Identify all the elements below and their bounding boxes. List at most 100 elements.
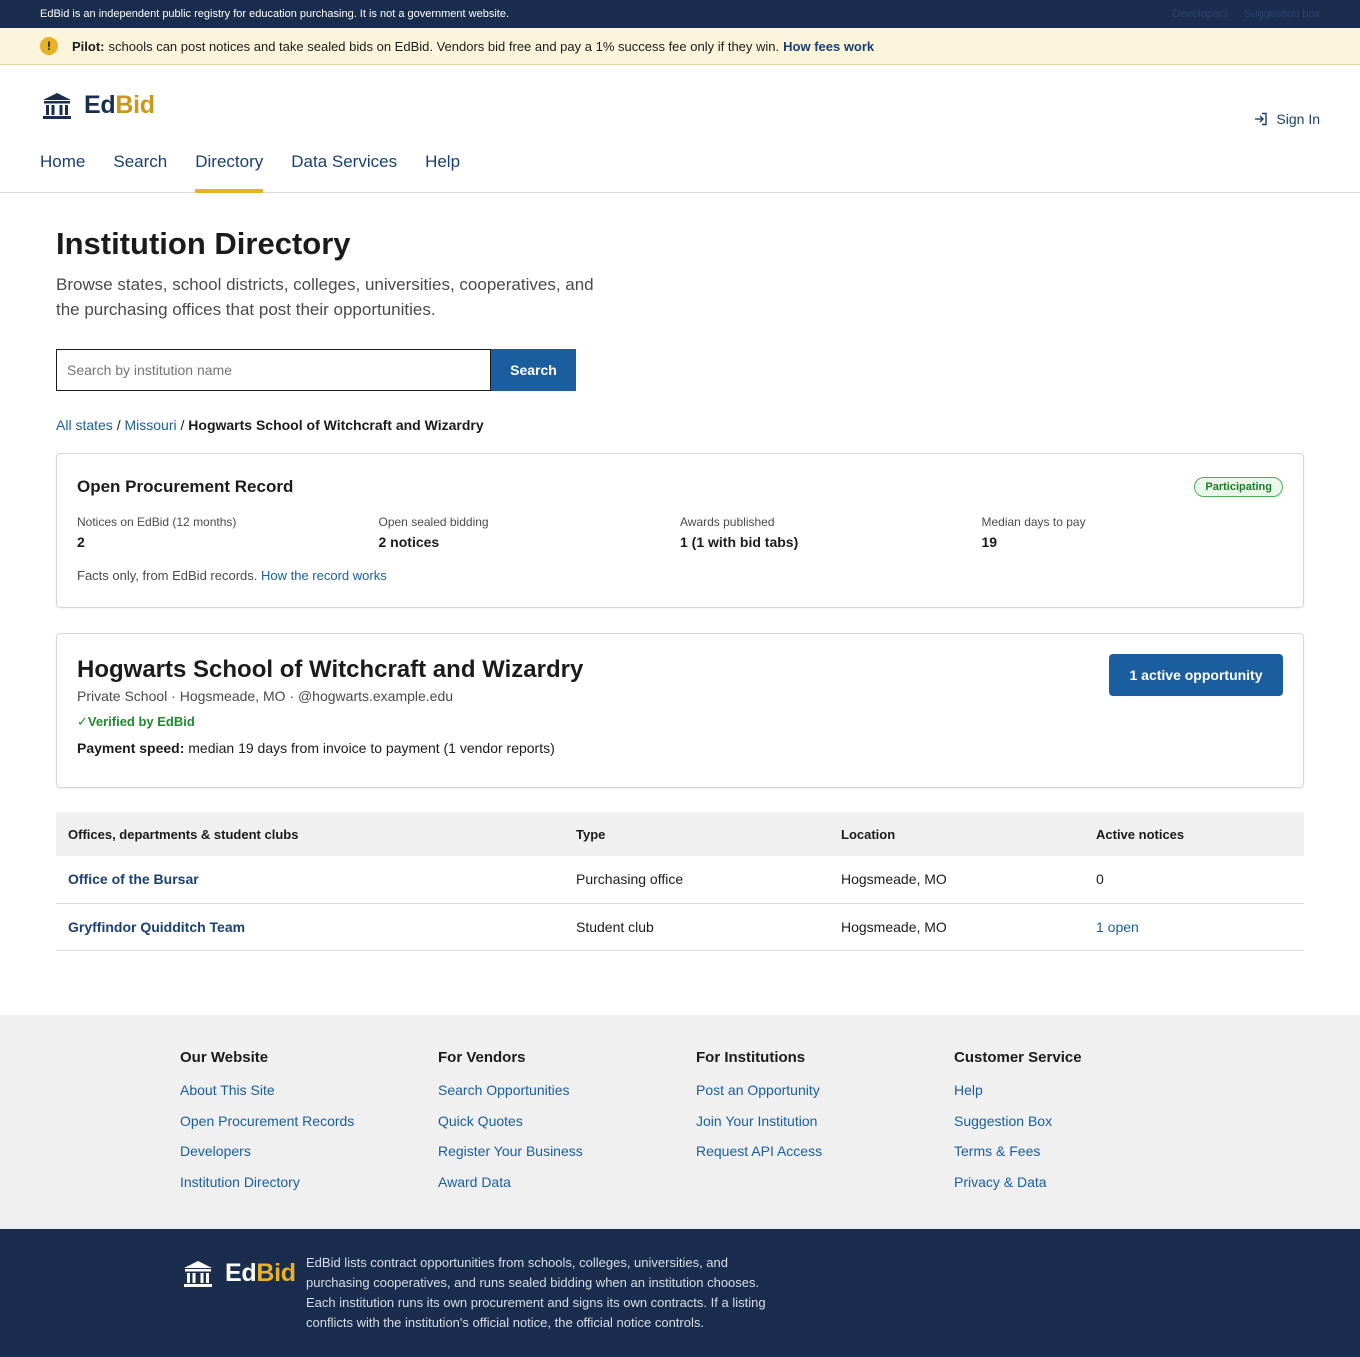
footer-links: Our Website About This Site Open Procure… <box>0 1015 1360 1229</box>
column-header-office: Offices, departments & student clubs <box>56 812 564 856</box>
pilot-text: schools can post notices and take sealed… <box>108 38 780 54</box>
pilot-label: Pilot: <box>72 38 105 54</box>
table-row: Office of the Bursar Purchasing office H… <box>56 856 1304 904</box>
stat-label: Median days to pay <box>981 515 1086 529</box>
offices-table: Offices, departments & student clubs Typ… <box>56 812 1304 951</box>
logo-wordmark: EdBid <box>84 91 155 119</box>
nav-help[interactable]: Help <box>425 151 460 193</box>
footer-logo-wordmark: EdBid <box>225 1259 296 1287</box>
footer-link-suggestion-box[interactable]: Suggestion Box <box>954 1113 1194 1144</box>
footer-column-for-vendors: For Vendors Search Opportunities Quick Q… <box>438 1049 678 1204</box>
stat-value: 2 <box>77 534 85 550</box>
footer-link-help[interactable]: Help <box>954 1082 1194 1113</box>
footer-link-register-business[interactable]: Register Your Business <box>438 1143 678 1174</box>
institution-building-icon <box>43 92 71 119</box>
office-name-link[interactable]: Gryffindor Quidditch Team <box>56 903 564 951</box>
site-header: EdBid Sign In Home Search Directory Data… <box>0 65 1360 193</box>
stat-label: Awards published <box>680 515 775 529</box>
record-note-text: Facts only, from EdBid records. <box>77 568 258 583</box>
footer-link-quick-quotes[interactable]: Quick Quotes <box>438 1113 678 1144</box>
footer-column-title: For Institutions <box>696 1049 806 1066</box>
breadcrumb-all-states[interactable]: All states <box>56 417 113 433</box>
top-links: Developers Suggestion box <box>1173 8 1320 20</box>
participating-badge: Participating <box>1194 477 1283 497</box>
institution-building-icon <box>184 1260 212 1287</box>
payment-speed-text: median 19 days from invoice to payment (… <box>188 740 555 756</box>
breadcrumb-current: Hogwarts School of Witchcraft and Wizard… <box>188 417 484 433</box>
office-type: Student club <box>564 903 829 951</box>
footer-description: EdBid lists contract opportunities from … <box>306 1255 766 1330</box>
stat-notices: Notices on EdBid (12 months) 2 <box>77 515 379 550</box>
page-description: Browse states, school districts, college… <box>56 275 594 319</box>
exclamation-icon: ! <box>40 37 58 55</box>
footer-column-for-institutions: For Institutions Post an Opportunity Joi… <box>696 1049 936 1174</box>
footer-bottom: EdBid EdBid lists contract opportunities… <box>0 1229 1360 1357</box>
stat-value: 1 (1 with bid tabs) <box>680 534 799 550</box>
suggestion-box-link[interactable]: Suggestion box <box>1244 8 1320 20</box>
footer-link-procurement-records[interactable]: Open Procurement Records <box>180 1113 420 1144</box>
sign-in-link[interactable]: Sign In <box>1254 111 1320 127</box>
column-header-active-notices: Active notices <box>1084 812 1304 856</box>
institution-search-input[interactable] <box>56 349 491 391</box>
stat-label: Open sealed bidding <box>378 515 489 529</box>
footer-link-developers[interactable]: Developers <box>180 1143 420 1174</box>
breadcrumb-missouri[interactable]: Missouri <box>124 417 176 433</box>
sign-in-label: Sign In <box>1276 111 1320 127</box>
nav-directory[interactable]: Directory <box>195 151 264 193</box>
footer-column-title: Customer Service <box>954 1049 1082 1066</box>
footer-link-about[interactable]: About This Site <box>180 1082 420 1113</box>
column-header-type: Type <box>564 812 829 856</box>
breadcrumb-separator: / <box>116 417 121 433</box>
column-header-location: Location <box>829 812 1084 856</box>
site-logo[interactable]: EdBid <box>42 91 155 120</box>
how-record-works-link[interactable]: How the record works <box>261 568 387 583</box>
record-title: Open Procurement Record <box>77 477 294 496</box>
footer-column-our-website: Our Website About This Site Open Procure… <box>180 1049 420 1204</box>
footer-column-title: For Vendors <box>438 1049 526 1066</box>
table-header-row: Offices, departments & student clubs Typ… <box>56 812 1304 856</box>
footer-link-join-institution[interactable]: Join Your Institution <box>696 1113 936 1144</box>
active-opportunity-button[interactable]: 1 active opportunity <box>1109 654 1283 696</box>
top-notice-text: EdBid is an independent public registry … <box>40 8 509 20</box>
footer-link-award-data[interactable]: Award Data <box>438 1174 678 1205</box>
office-type: Purchasing office <box>564 856 829 904</box>
breadcrumb-separator: / <box>180 417 185 433</box>
stat-sealed-bidding: Open sealed bidding 2 notices <box>379 515 681 550</box>
open-notices-link[interactable]: 1 open <box>1096 919 1139 935</box>
stat-awards: Awards published 1 (1 with bid tabs) <box>680 515 982 550</box>
stat-label: Notices on EdBid (12 months) <box>77 515 237 529</box>
footer-link-privacy-data[interactable]: Privacy & Data <box>954 1174 1194 1205</box>
search-button[interactable]: Search <box>491 349 576 391</box>
footer-link-request-api[interactable]: Request API Access <box>696 1143 936 1174</box>
sign-in-icon <box>1255 112 1268 126</box>
record-note: Facts only, from EdBid records. How the … <box>77 568 1283 583</box>
procurement-record-card: Open Procurement Record Participating No… <box>56 453 1304 608</box>
record-stats: Notices on EdBid (12 months) 2 Open seal… <box>77 515 1283 550</box>
top-notice-bar: EdBid is an independent public registry … <box>0 0 1360 28</box>
office-name-link[interactable]: Office of the Bursar <box>56 856 564 904</box>
office-location: Hogsmeade, MO <box>829 903 1084 951</box>
footer-link-search-opportunities[interactable]: Search Opportunities <box>438 1082 678 1113</box>
verified-badge: ✓Verified by EdBid <box>77 714 195 729</box>
main-content: Institution Directory Browse states, sch… <box>56 222 1304 951</box>
office-active-notices: 0 <box>1084 856 1304 904</box>
pilot-banner: ! Pilot: schools can post notices and ta… <box>0 28 1360 65</box>
nav-home[interactable]: Home <box>40 151 85 193</box>
stat-value: 19 <box>981 534 998 550</box>
footer-logo[interactable]: EdBid <box>183 1259 296 1288</box>
how-fees-work-link[interactable]: How fees work <box>783 39 874 54</box>
breadcrumb: All states / Missouri / Hogwarts School … <box>56 417 1304 433</box>
main-nav: Home Search Directory Data Services Help <box>40 151 488 193</box>
footer-column-customer-service: Customer Service Help Suggestion Box Ter… <box>954 1049 1194 1204</box>
institution-name: Hogwarts School of Witchcraft and Wizard… <box>77 656 584 683</box>
payment-speed: Payment speed: median 19 days from invoi… <box>77 740 1283 756</box>
footer-link-institution-directory[interactable]: Institution Directory <box>180 1174 420 1205</box>
office-active-notices: 1 open <box>1084 903 1304 951</box>
table-row: Gryffindor Quidditch Team Student club H… <box>56 903 1304 951</box>
nav-search[interactable]: Search <box>113 151 167 193</box>
developers-link[interactable]: Developers <box>1173 8 1229 20</box>
nav-data-services[interactable]: Data Services <box>291 151 397 193</box>
payment-speed-label: Payment speed: <box>77 740 185 756</box>
footer-link-terms-fees[interactable]: Terms & Fees <box>954 1143 1194 1174</box>
footer-link-post-opportunity[interactable]: Post an Opportunity <box>696 1082 936 1113</box>
